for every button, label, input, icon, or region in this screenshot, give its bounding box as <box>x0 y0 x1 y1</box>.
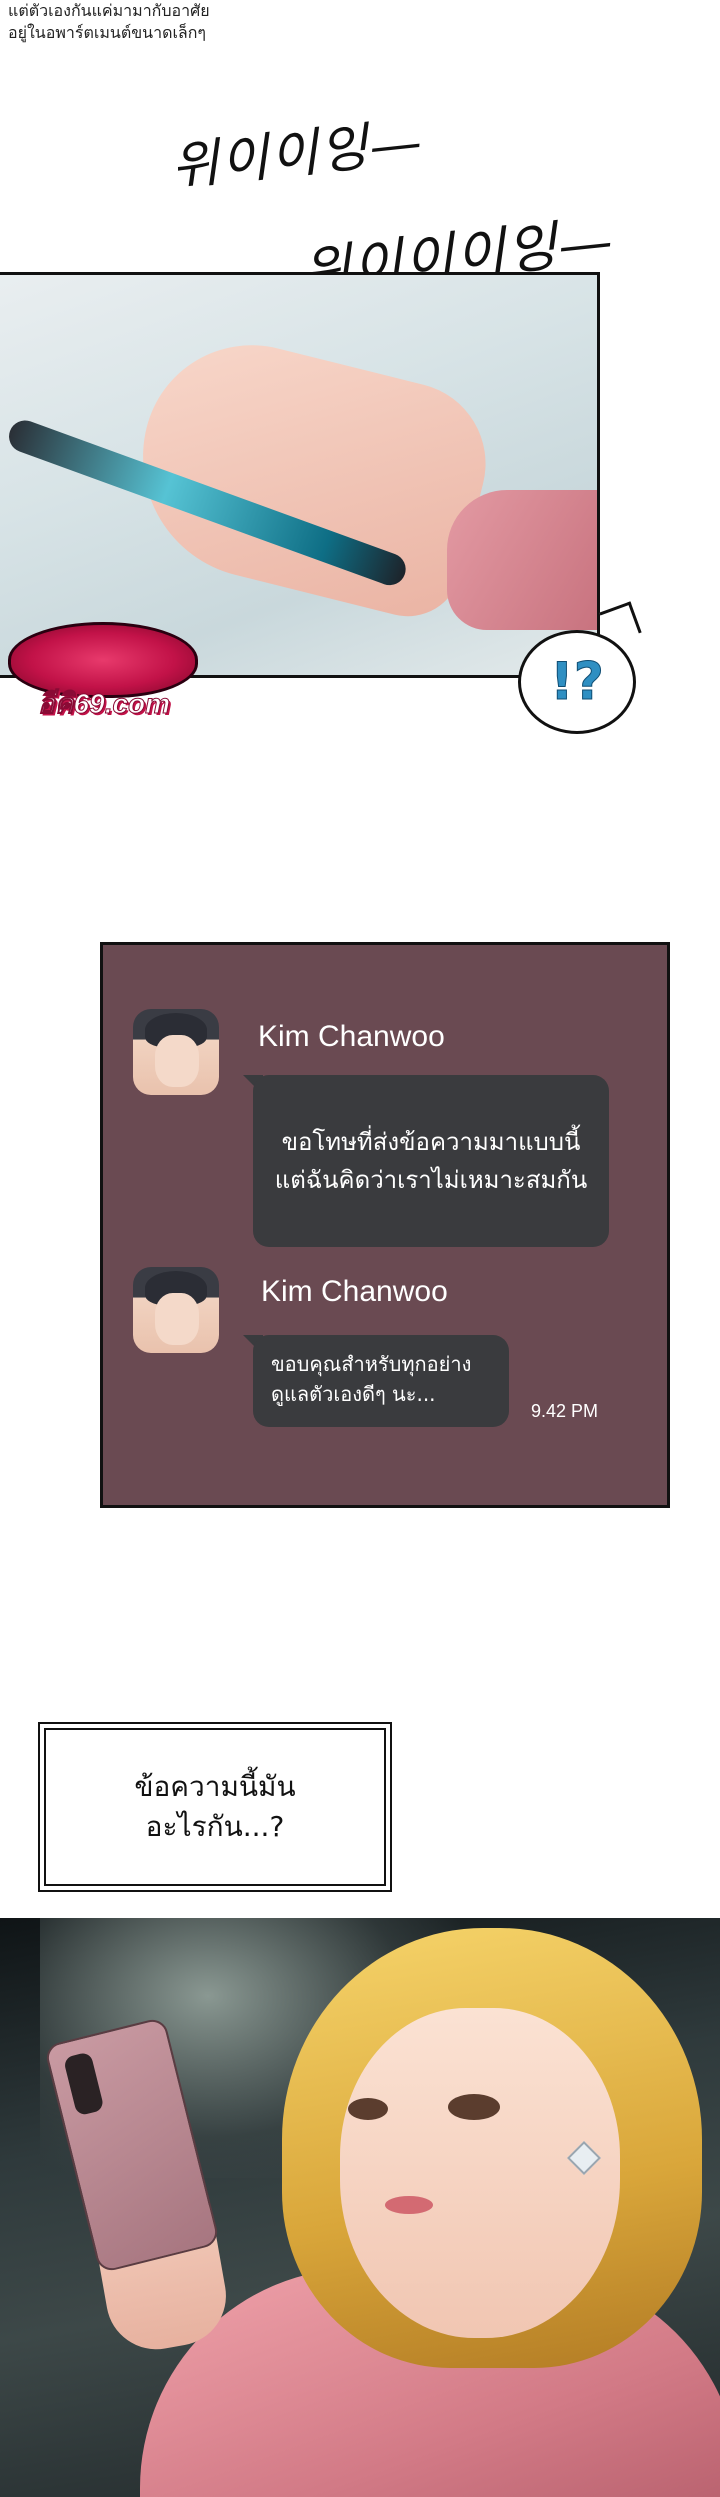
avatar <box>133 1267 219 1353</box>
message-line: แต่ฉันคิดว่าเราไม่เหมาะสมกัน <box>274 1166 588 1194</box>
sender-name: Kim Chanwoo <box>258 1020 445 1053</box>
interrobang-text: !? <box>550 652 605 713</box>
narration-inner: ข้อความนี้มัน อะไรกัน...? <box>44 1728 386 1886</box>
message-bubble: ขอโทษที่ส่งข้อความมาแบบนี้ แต่ฉันคิดว่าเ… <box>253 1075 609 1247</box>
avatar <box>133 1009 219 1095</box>
reaction-bubble: !? <box>518 630 636 734</box>
camera-icon <box>62 2051 105 2117</box>
message-line: ดูแลตัวเองดีๆ นะ... <box>271 1382 436 1406</box>
eye-illustration <box>448 2094 500 2120</box>
caption-line-2: อยู่ในอพาร์ตเมนต์ขนาดเล็กๆ <box>8 23 207 42</box>
narration-line-1: ข้อความนี้มัน <box>134 1770 296 1803</box>
sender-name: Kim Chanwoo <box>261 1275 448 1308</box>
face-illustration <box>340 2008 620 2338</box>
narration-line-2: อะไรกัน...? <box>145 1810 285 1843</box>
sound-effect-1: 위이이잉— <box>168 111 427 199</box>
top-caption: แต่ตัวเองกันแค่มามากับอาศัย อยู่ในอพาร์ต… <box>8 0 210 44</box>
sleeve-illustration <box>447 490 597 630</box>
caption-line-1: แต่ตัวเองกันแค่มามากับอาศัย <box>8 1 210 20</box>
site-logo: อีคิ69.com <box>8 612 198 722</box>
lips-illustration <box>385 2196 433 2214</box>
narration-box: ข้อความนี้มัน อะไรกัน...? <box>38 1722 392 1892</box>
message-bubble: ขอบคุณสำหรับทุกอย่าง ดูแลตัวเองดีๆ นะ... <box>253 1335 509 1427</box>
message-line: ขอโทษที่ส่งข้อความมาแบบนี้ <box>281 1128 581 1156</box>
panel-woman-reading <box>0 1918 720 2497</box>
logo-text: อีคิ69.com <box>37 688 171 720</box>
eye-illustration <box>348 2098 388 2120</box>
message-timestamp: 9.42 PM <box>531 1401 599 1421</box>
chat-panel: Kim Chanwoo ขอโทษที่ส่งข้อความมาแบบนี้ แ… <box>100 942 670 1508</box>
message-line: ขอบคุณสำหรับทุกอย่าง <box>271 1352 472 1376</box>
